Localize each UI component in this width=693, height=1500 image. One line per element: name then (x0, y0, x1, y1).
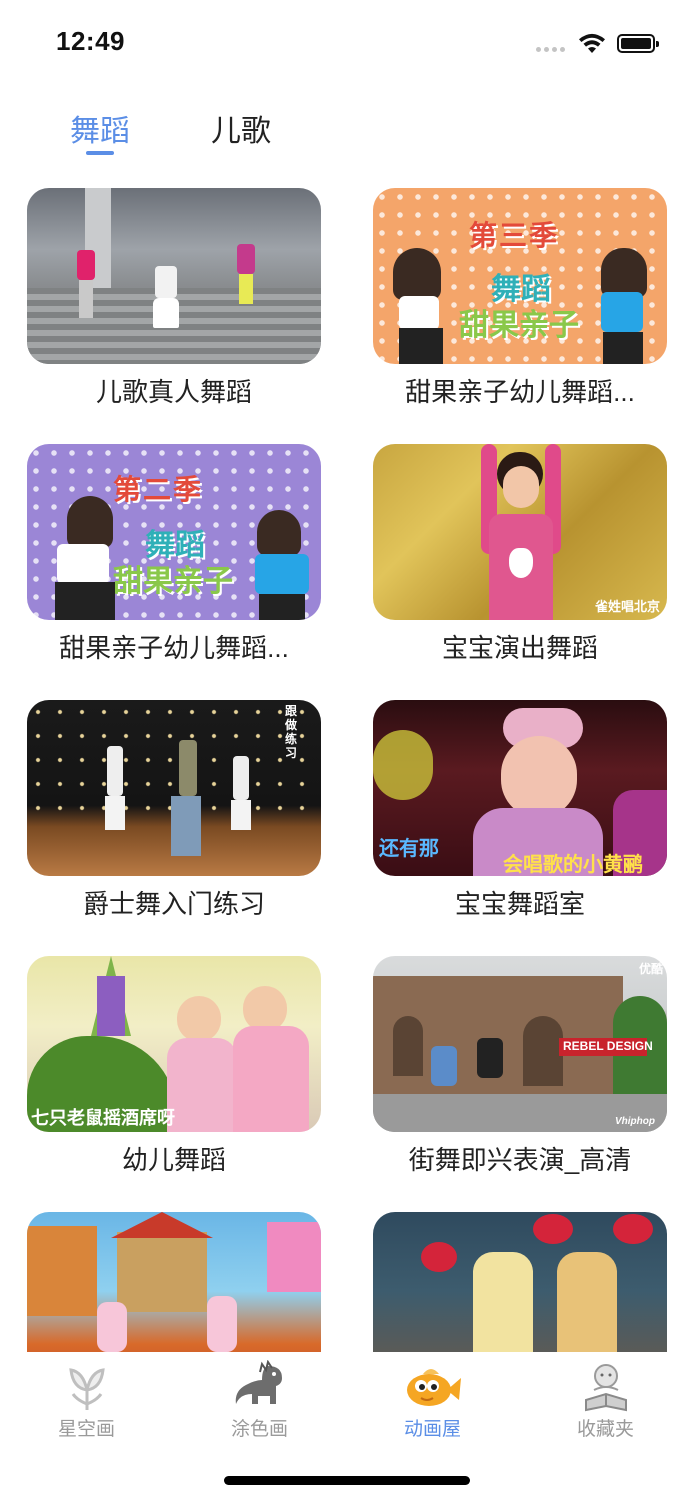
thumbnail-season-text: 第二季 (113, 473, 204, 506)
thumbnail-brand-text: 甜果亲子 (113, 565, 233, 598)
video-thumbnail: 第三季 舞蹈 甜果亲子 (373, 188, 667, 364)
flower-sketch-icon (68, 1368, 105, 1410)
thumbnail-caption: 雀姓唱北京 (595, 599, 661, 614)
thumbnail-brand-text: 甜果亲子 (459, 309, 579, 342)
video-title: 宝宝演出舞蹈 (441, 633, 598, 663)
tab-coloring[interactable]: 涂色画 (173, 1352, 346, 1447)
video-thumbnail: REBEL DESIGN 优酷 Vhiphop (373, 956, 667, 1132)
video-title: 街舞即兴表演_高清 (408, 1145, 632, 1175)
thumbnail-caption: Vhiphop (615, 1116, 655, 1127)
status-time: 12:49 (56, 26, 125, 56)
thumbnail-caption: 会唱歌的小黄鹂 (503, 854, 643, 876)
screen: 12:49 舞蹈 儿歌 儿歌真人舞蹈 第三季 舞蹈 甜果亲子 甜果亲子幼儿舞蹈.… (0, 0, 693, 1500)
tab-favorites[interactable]: 收藏夹 (519, 1352, 692, 1447)
video-title: 甜果亲子幼儿舞蹈... (59, 633, 289, 663)
cellular-signal-icon (536, 47, 568, 55)
category-tabs: 舞蹈 儿歌 (0, 100, 693, 170)
video-grid: 儿歌真人舞蹈 第三季 舞蹈 甜果亲子 甜果亲子幼儿舞蹈... 第二季 舞蹈 甜果… (0, 188, 693, 1352)
battery-icon (617, 34, 659, 53)
tab-label: 星空画 (57, 1419, 115, 1440)
thumbnail-season-text: 第三季 (469, 219, 560, 252)
status-bar: 12:49 (0, 0, 693, 88)
tab-childrens-songs[interactable]: 儿歌 (211, 106, 271, 150)
video-title: 爵士舞入门练习 (82, 889, 265, 919)
reading-baby-icon (584, 1364, 627, 1412)
video-thumbnail: 跟做练习 (27, 700, 321, 876)
video-card[interactable]: 儿歌真人舞蹈 (27, 188, 321, 407)
video-card[interactable]: 跟做练习 爵士舞入门练习 (27, 700, 321, 919)
video-card[interactable] (27, 1212, 321, 1352)
video-card[interactable] (373, 1212, 667, 1352)
fish-icon (406, 1369, 461, 1406)
tab-star-drawing[interactable]: 星空画 (0, 1352, 173, 1447)
video-card[interactable]: 第二季 舞蹈 甜果亲子 甜果亲子幼儿舞蹈... (27, 444, 321, 663)
video-thumbnail (27, 1212, 321, 1352)
home-indicator (224, 1476, 470, 1485)
video-card[interactable]: 还有那 会唱歌的小黄鹂 宝宝舞蹈室 (373, 700, 667, 919)
video-title: 幼儿舞蹈 (121, 1145, 226, 1175)
video-thumbnail: 七只老鼠摇酒席呀 (27, 956, 321, 1132)
tab-label: 收藏夹 (576, 1419, 634, 1440)
tab-label: 动画屋 (403, 1419, 461, 1440)
wifi-icon (579, 33, 605, 53)
video-card[interactable]: REBEL DESIGN 优酷 Vhiphop 街舞即兴表演_高清 (373, 956, 667, 1175)
video-card[interactable]: 七只老鼠摇酒席呀 幼儿舞蹈 (27, 956, 321, 1175)
video-thumbnail: 第二季 舞蹈 甜果亲子 (27, 444, 321, 620)
thumbnail-caption: 七只老鼠摇酒席呀 (31, 1108, 175, 1128)
active-tab-indicator (86, 151, 114, 155)
video-thumbnail (27, 188, 321, 364)
video-title: 宝宝舞蹈室 (454, 889, 585, 919)
video-thumbnail (373, 1212, 667, 1352)
thumbnail-caption: 还有那 (379, 838, 439, 860)
dinosaur-icon (235, 1360, 282, 1404)
video-card[interactable]: 第三季 舞蹈 甜果亲子 甜果亲子幼儿舞蹈... (373, 188, 667, 407)
thumbnail-caption: 跟做练习 (285, 704, 298, 760)
video-thumbnail: 还有那 会唱歌的小黄鹂 (373, 700, 667, 876)
thumbnail-caption: 优酷 (639, 962, 664, 976)
video-title: 甜果亲子幼儿舞蹈... (405, 377, 635, 407)
video-title: 儿歌真人舞蹈 (95, 377, 252, 407)
video-card[interactable]: 雀姓唱北京 宝宝演出舞蹈 (373, 444, 667, 663)
video-thumbnail: 雀姓唱北京 (373, 444, 667, 620)
tab-label: 涂色画 (230, 1419, 288, 1440)
tab-dance[interactable]: 舞蹈 (70, 106, 130, 150)
thumbnail-caption: REBEL DESIGN (563, 1039, 653, 1053)
tab-animation-house[interactable]: 动画屋 (346, 1352, 519, 1447)
